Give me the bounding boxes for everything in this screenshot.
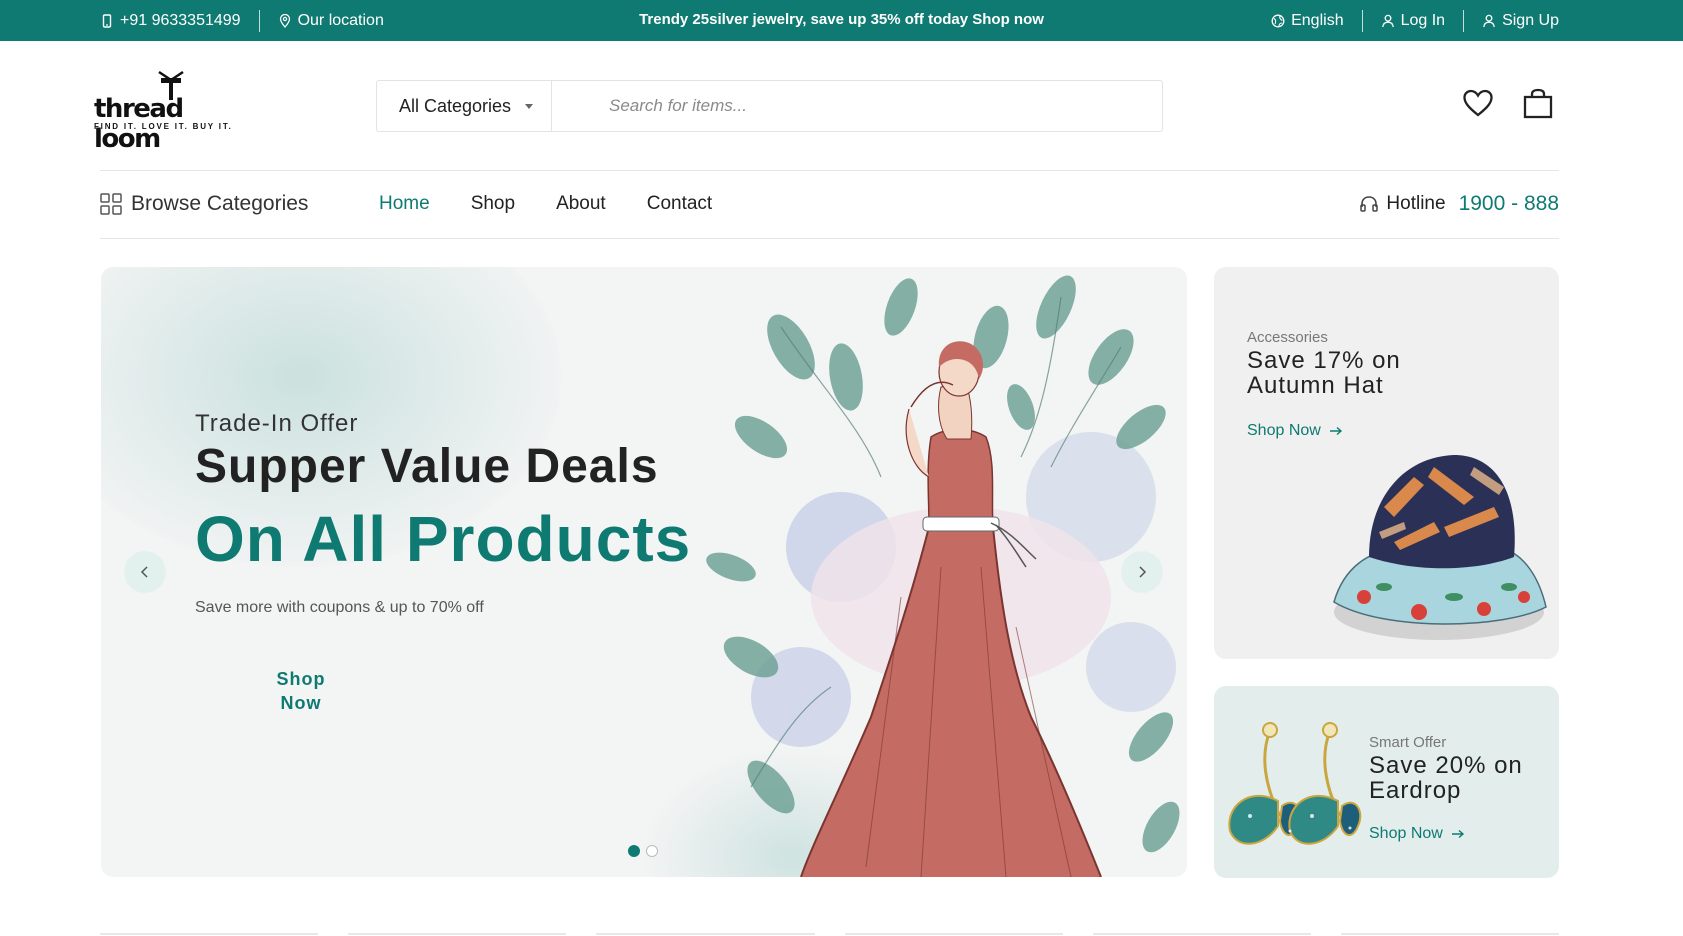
login-link[interactable]: Log In: [1381, 12, 1445, 30]
browse-categories-button[interactable]: Browse Categories: [100, 192, 308, 216]
promo-banner-eardrop[interactable]: Smart Offer Save 20% on Eardrop Shop Now: [1214, 686, 1559, 878]
divider: [258, 9, 260, 32]
hero-shop-now-button[interactable]: Shop Now: [261, 667, 341, 715]
bag-icon[interactable]: [1522, 88, 1554, 120]
hotline-number: 1900 - 888: [1458, 192, 1559, 215]
hotline[interactable]: Hotline 1900 - 888: [1359, 192, 1559, 216]
top-bar-left: +91 9633351499 Our location: [100, 0, 384, 41]
phone-number: +91 9633351499: [120, 11, 241, 29]
hero-highlight: On All Products: [195, 503, 692, 575]
signup-link[interactable]: Sign Up: [1482, 12, 1559, 30]
headset-icon: [1360, 196, 1379, 212]
grid-icon: [100, 193, 122, 215]
slider-dots: [628, 845, 658, 857]
location-link[interactable]: Our location: [278, 12, 384, 30]
hero-illustration: [706, 275, 1180, 877]
banner-link-label: Shop Now: [1247, 422, 1321, 439]
user-icon: [1381, 14, 1394, 27]
nav-divider: [100, 238, 1559, 239]
banner-text: Smart Offer Save 20% on Eardrop Shop Now: [1369, 734, 1529, 843]
search-input[interactable]: [552, 81, 1162, 131]
caret-down-icon: [525, 103, 534, 109]
header-actions: [1462, 88, 1554, 120]
top-bar-right: English Log In Sign Up: [1271, 0, 1559, 41]
slider-dot[interactable]: [628, 845, 640, 857]
hero-slider: Trade-In Offer Supper Value Deals On All…: [101, 267, 1187, 877]
hero-description: Save more with coupons & up to 70% off: [195, 599, 484, 616]
banner-link-label: Shop Now: [1369, 825, 1443, 842]
arrow-right-icon: [1451, 829, 1464, 839]
location-icon: [279, 13, 290, 28]
location-label: Our location: [297, 11, 384, 29]
hotline-label: Hotline: [1386, 193, 1446, 214]
banner-shop-now-link[interactable]: Shop Now: [1369, 825, 1529, 843]
hat-image: [1333, 455, 1547, 640]
site-logo[interactable]: thread loom FIND IT. LOVE IT. BUY IT.: [94, 70, 254, 154]
slider-prev-button[interactable]: [124, 551, 166, 593]
chevron-left-icon: [140, 566, 148, 578]
promo-text[interactable]: Trendy 25silver jewelry, save up 35% off…: [639, 11, 1044, 28]
divider: [1463, 9, 1465, 32]
top-bar: +91 9633351499 Our location Trendy 25sil…: [0, 0, 1683, 41]
browse-categories-label: Browse Categories: [131, 192, 309, 215]
banner-title: Save 17% on Autumn Hat: [1247, 347, 1401, 399]
main-nav: Browse Categories Home Shop About Contac…: [100, 170, 1559, 238]
phone-icon: [102, 13, 112, 28]
nav-item-contact[interactable]: Contact: [647, 193, 712, 215]
hero-title: Supper Value Deals: [195, 440, 659, 493]
nav-item-about[interactable]: About: [556, 193, 606, 215]
login-label: Log In: [1400, 11, 1446, 29]
banner-text: Accessories Save 17% on Autumn Hat Shop …: [1247, 329, 1417, 440]
banner-title: Save 20% on Eardrop: [1369, 752, 1523, 804]
search-bar: All Categories: [376, 80, 1163, 132]
divider: [1361, 9, 1363, 32]
logo-tagline: FIND IT. LOVE IT. BUY IT.: [94, 122, 233, 131]
globe-icon: [1271, 14, 1285, 27]
category-dropdown[interactable]: All Categories: [377, 81, 552, 131]
nav-item-home[interactable]: Home: [379, 193, 430, 215]
signup-label: Sign Up: [1502, 11, 1559, 29]
category-dropdown-label: All Categories: [399, 95, 512, 116]
nav-item-shop[interactable]: Shop: [471, 193, 515, 215]
earring-image: [1228, 722, 1362, 845]
arrow-right-icon: [1329, 426, 1342, 436]
slider-next-button[interactable]: [1121, 551, 1163, 593]
language-selector[interactable]: English: [1271, 11, 1344, 30]
hero-subtitle: Trade-In Offer: [195, 410, 359, 437]
slider-dot[interactable]: [646, 845, 658, 857]
user-icon: [1483, 14, 1495, 27]
chevron-right-icon: [1139, 566, 1147, 578]
language-label: English: [1291, 11, 1344, 29]
phone-contact[interactable]: +91 9633351499: [100, 12, 241, 30]
promo-banner-hat[interactable]: Accessories Save 17% on Autumn Hat Shop …: [1214, 267, 1559, 659]
nav-menu: Home Shop About Contact: [379, 193, 712, 215]
banner-category: Smart Offer: [1369, 734, 1447, 751]
banner-category: Accessories: [1247, 329, 1328, 346]
heart-icon[interactable]: [1462, 88, 1494, 118]
